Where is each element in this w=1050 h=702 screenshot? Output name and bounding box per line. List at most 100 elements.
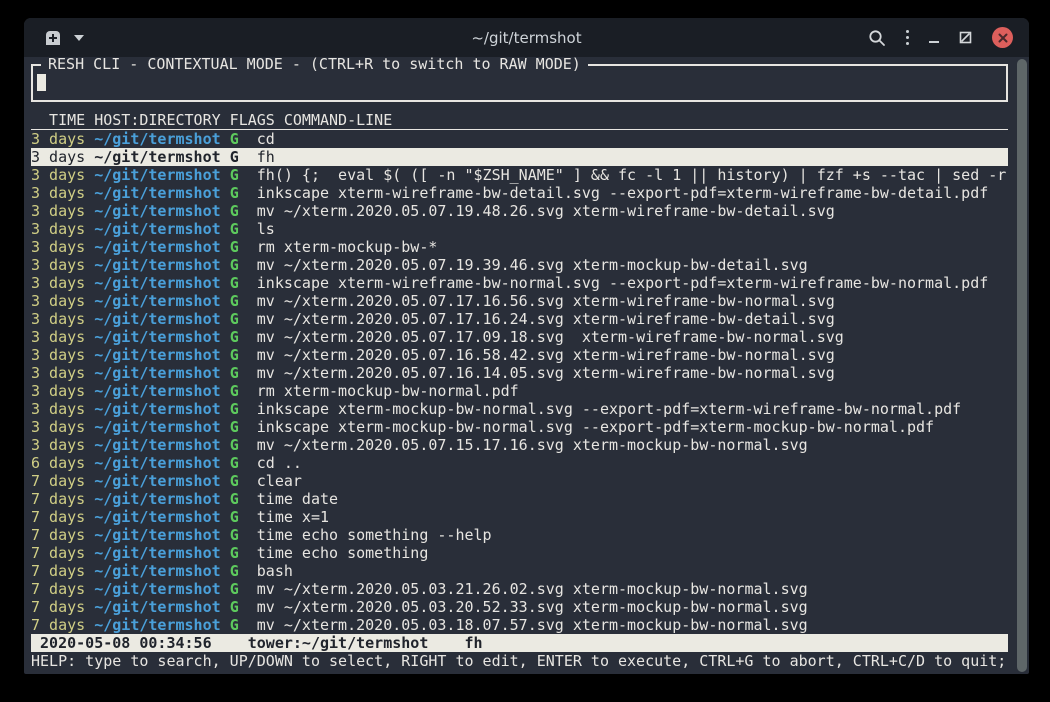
row-command: time x=1 (257, 508, 329, 526)
history-row[interactable]: 3 days ~/git/termshot G inkscape xterm-w… (31, 274, 1008, 292)
history-row[interactable]: 3 days ~/git/termshot G mv ~/xterm.2020.… (31, 292, 1008, 310)
scrollbar-thumb[interactable] (1017, 59, 1027, 672)
status-datetime: 2020-05-08 00:34:56 (40, 634, 212, 652)
search-box-title: RESH CLI - CONTEXTUAL MODE - (CTRL+R to … (41, 57, 588, 73)
row-flags: G (230, 166, 239, 184)
row-command: inkscape xterm-mockup-bw-normal.svg --ex… (257, 400, 961, 418)
close-button[interactable] (992, 27, 1013, 48)
restore-button[interactable] (959, 31, 972, 44)
row-flags: G (230, 292, 239, 310)
row-flags: G (230, 310, 239, 328)
row-time: 7 days (31, 508, 85, 526)
history-row[interactable]: 7 days ~/git/termshot G mv ~/xterm.2020.… (31, 616, 1008, 634)
table-header: TIME HOST:DIRECTORY FLAGS COMMAND-LINE (31, 111, 1008, 130)
row-time: 7 days (31, 562, 85, 580)
row-time: 3 days (31, 364, 85, 382)
history-row[interactable]: 3 days ~/git/termshot G fh (31, 148, 1008, 166)
row-command: clear (257, 472, 302, 490)
row-time: 3 days (31, 274, 85, 292)
history-row[interactable]: 7 days ~/git/termshot G bash (31, 562, 1008, 580)
row-time: 3 days (31, 346, 85, 364)
history-row[interactable]: 7 days ~/git/termshot G clear (31, 472, 1008, 490)
row-flags: G (230, 364, 239, 382)
search-input-box[interactable]: RESH CLI - CONTEXTUAL MODE - (CTRL+R to … (31, 64, 1008, 102)
row-host-directory: ~/git/termshot (94, 616, 220, 634)
history-row[interactable]: 7 days ~/git/termshot G time echo someth… (31, 526, 1008, 544)
history-row[interactable]: 3 days ~/git/termshot G mv ~/xterm.2020.… (31, 346, 1008, 364)
history-row[interactable]: 3 days ~/git/termshot G mv ~/xterm.2020.… (31, 364, 1008, 382)
row-command: mv ~/xterm.2020.05.07.15.17.16.svg xterm… (257, 436, 808, 454)
minimize-button[interactable] (929, 33, 939, 43)
row-command: mv ~/xterm.2020.05.07.19.39.46.svg xterm… (257, 256, 808, 274)
history-row[interactable]: 3 days ~/git/termshot G mv ~/xterm.2020.… (31, 256, 1008, 274)
row-flags: G (230, 382, 239, 400)
history-row[interactable]: 3 days ~/git/termshot G mv ~/xterm.2020.… (31, 310, 1008, 328)
row-command: ls (257, 220, 275, 238)
row-host-directory: ~/git/termshot (94, 130, 220, 148)
row-flags: G (230, 256, 239, 274)
row-host-directory: ~/git/termshot (94, 220, 220, 238)
history-list: 3 days ~/git/termshot G cd 3 days ~/git/… (31, 130, 1008, 634)
row-time: 6 days (31, 454, 85, 472)
row-time: 3 days (31, 418, 85, 436)
search-button[interactable] (868, 29, 886, 47)
row-command: mv ~/xterm.2020.05.07.17.16.56.svg xterm… (257, 292, 835, 310)
row-flags: G (230, 274, 239, 292)
menu-button[interactable] (906, 30, 909, 45)
row-host-directory: ~/git/termshot (94, 364, 220, 382)
tab-switcher-dropdown[interactable] (74, 35, 84, 41)
row-command: mv ~/xterm.2020.05.07.19.48.26.svg xterm… (257, 202, 835, 220)
history-row[interactable]: 3 days ~/git/termshot G mv ~/xterm.2020.… (31, 202, 1008, 220)
history-row[interactable]: 3 days ~/git/termshot G inkscape xterm-w… (31, 184, 1008, 202)
row-host-directory: ~/git/termshot (94, 148, 220, 166)
chevron-down-icon (74, 35, 84, 41)
history-row[interactable]: 3 days ~/git/termshot G ls (31, 220, 1008, 238)
history-row[interactable]: 7 days ~/git/termshot G mv ~/xterm.2020.… (31, 580, 1008, 598)
history-row[interactable]: 3 days ~/git/termshot G mv ~/xterm.2020.… (31, 328, 1008, 346)
history-row[interactable]: 3 days ~/git/termshot G mv ~/xterm.2020.… (31, 436, 1008, 454)
row-host-directory: ~/git/termshot (94, 256, 220, 274)
history-row[interactable]: 3 days ~/git/termshot G inkscape xterm-m… (31, 400, 1008, 418)
row-command: mv ~/xterm.2020.05.03.20.52.33.svg xterm… (257, 598, 808, 616)
row-host-directory: ~/git/termshot (94, 580, 220, 598)
row-host-directory: ~/git/termshot (94, 166, 220, 184)
history-row[interactable]: 7 days ~/git/termshot G time echo someth… (31, 544, 1008, 562)
row-command: inkscape xterm-mockup-bw-normal.svg --ex… (257, 418, 934, 436)
row-command: cd .. (257, 454, 302, 472)
history-row[interactable]: 3 days ~/git/termshot G fh() {; eval $( … (31, 166, 1008, 184)
history-row[interactable]: 7 days ~/git/termshot G time x=1 (31, 508, 1008, 526)
row-command: rm xterm-mockup-bw-normal.pdf (257, 382, 519, 400)
row-host-directory: ~/git/termshot (94, 418, 220, 436)
row-flags: G (230, 238, 239, 256)
new-tab-button[interactable] (44, 30, 62, 45)
row-time: 3 days (31, 220, 85, 238)
row-time: 3 days (31, 166, 85, 184)
row-flags: G (230, 580, 239, 598)
titlebar: ~/git/termshot (24, 18, 1029, 57)
row-time: 7 days (31, 526, 85, 544)
row-host-directory: ~/git/termshot (94, 562, 220, 580)
row-command: rm xterm-mockup-bw-* (257, 238, 438, 256)
row-host-directory: ~/git/termshot (94, 328, 220, 346)
history-row[interactable]: 3 days ~/git/termshot G inkscape xterm-m… (31, 418, 1008, 436)
row-time: 7 days (31, 598, 85, 616)
row-host-directory: ~/git/termshot (94, 454, 220, 472)
row-host-directory: ~/git/termshot (94, 544, 220, 562)
row-command: fh() {; eval $( ([ -n "$ZSH_NAME" ] && f… (257, 166, 1007, 184)
history-row[interactable]: 7 days ~/git/termshot G mv ~/xterm.2020.… (31, 598, 1008, 616)
row-command: time echo something --help (257, 526, 492, 544)
history-row[interactable]: 6 days ~/git/termshot G cd .. (31, 454, 1008, 472)
history-row[interactable]: 3 days ~/git/termshot G cd (31, 130, 1008, 148)
row-time: 7 days (31, 490, 85, 508)
row-time: 7 days (31, 472, 85, 490)
row-host-directory: ~/git/termshot (94, 346, 220, 364)
row-command: mv ~/xterm.2020.05.07.16.58.42.svg xterm… (257, 346, 835, 364)
history-row[interactable]: 3 days ~/git/termshot G rm xterm-mockup-… (31, 238, 1008, 256)
row-flags: G (230, 220, 239, 238)
history-row[interactable]: 7 days ~/git/termshot G time date (31, 490, 1008, 508)
history-row[interactable]: 3 days ~/git/termshot G rm xterm-mockup-… (31, 382, 1008, 400)
row-time: 3 days (31, 310, 85, 328)
row-command: time echo something (257, 544, 429, 562)
row-flags: G (230, 130, 239, 148)
row-time: 3 days (31, 184, 85, 202)
